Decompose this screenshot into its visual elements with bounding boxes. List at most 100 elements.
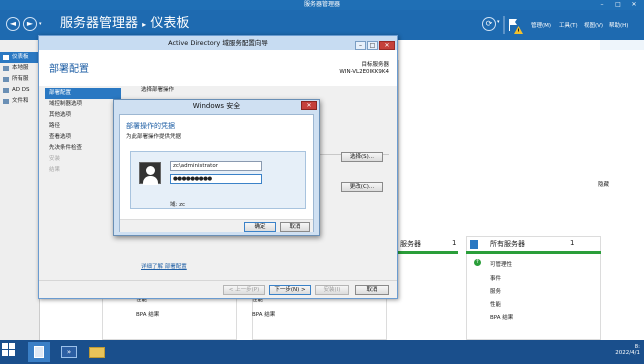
- credential-tile: zc\administrator ●●●●●●●●● 域: zc: [130, 151, 306, 209]
- tile3-item[interactable]: 事件: [490, 274, 501, 282]
- welcome-band: [600, 40, 644, 50]
- sidebar-item-dashboard[interactable]: 仪表板: [0, 52, 40, 63]
- forward-arrow-icon[interactable]: ►: [23, 17, 37, 31]
- servers-icon: [3, 77, 9, 82]
- tile2-item[interactable]: BPA 结果: [252, 310, 275, 318]
- wizard-header: 部署配置 目标服务器 WIN-VL2E0IKK9K4: [39, 50, 397, 86]
- select-button[interactable]: 选择(S)...: [341, 152, 383, 162]
- window-title: 服务器管理器: [303, 1, 340, 8]
- tile3-item[interactable]: BPA 结果: [490, 313, 513, 321]
- security-body: 部署操作的凭据 为此部署操作提供凭据 zc\administrator ●●●●…: [119, 114, 314, 232]
- tile3-item[interactable]: 可管理性: [490, 260, 512, 268]
- username-input[interactable]: zc\administrator: [170, 161, 262, 171]
- security-cancel-button[interactable]: 取消: [280, 222, 310, 232]
- security-footer: 确定 取消: [120, 219, 313, 232]
- ok-button[interactable]: 确定: [244, 222, 276, 232]
- sidebar-item-label: 文件和: [12, 98, 29, 104]
- sidebar-item-all-servers[interactable]: 所有服: [0, 74, 40, 85]
- windows-security-dialog: Windows 安全 ✕ 部署操作的凭据 为此部署操作提供凭据 zc\admin…: [113, 99, 320, 236]
- password-input[interactable]: ●●●●●●●●●: [170, 174, 262, 184]
- server-icon: [3, 66, 9, 71]
- security-title: Windows 安全: [192, 102, 241, 110]
- header-divider: [503, 16, 505, 34]
- step-additional-options[interactable]: 其他选项: [45, 110, 121, 121]
- menu-help[interactable]: 帮助(H): [609, 21, 628, 29]
- tile3-item[interactable]: 服务: [490, 287, 501, 295]
- wizard-minimize-button[interactable]: –: [355, 41, 366, 50]
- security-close-button[interactable]: ✕: [301, 101, 317, 110]
- step-deployment-config[interactable]: 部署配置: [45, 88, 121, 99]
- clock-date: 2022/4/1: [615, 350, 640, 356]
- wizard-title: Active Directory 域服务配置向导: [168, 39, 268, 47]
- step-paths[interactable]: 路径: [45, 121, 121, 132]
- file-services-icon: [3, 99, 9, 104]
- step-results: 结果: [49, 167, 61, 173]
- wizard-close-button[interactable]: ✕: [379, 41, 395, 50]
- step-dc-options[interactable]: 域控制器选项: [45, 99, 121, 110]
- hide-link[interactable]: 隐藏: [598, 180, 609, 188]
- taskbar-clock[interactable]: 8: 2022/4/1: [615, 344, 640, 356]
- user-avatar-icon: [139, 162, 161, 185]
- taskbar: » 8: 2022/4/1: [0, 340, 644, 364]
- wizard-heading: 部署配置: [49, 64, 89, 75]
- step-review-options[interactable]: 查看选项: [45, 132, 121, 143]
- sidebar-item-label: AD DS: [12, 87, 30, 93]
- nav-buttons: ◄ ► ▾: [6, 17, 42, 33]
- sidebar-item-local-server[interactable]: 本地服: [0, 63, 40, 74]
- breadcrumb: 服务器管理器 ▸ 仪表板: [60, 14, 189, 35]
- ad-ds-icon: [3, 88, 9, 93]
- menu-view[interactable]: 视图(V): [584, 21, 603, 29]
- tile3-item[interactable]: 性能: [490, 300, 501, 308]
- sidebar-item-file-services[interactable]: 文件和: [0, 96, 40, 107]
- warning-triangle-icon: [514, 26, 523, 34]
- tile3-title: 所有服务器: [490, 240, 525, 248]
- refresh-dropdown-icon[interactable]: ▾: [497, 19, 500, 25]
- install-button[interactable]: 安装(I): [315, 285, 349, 295]
- dashboard-icon: [3, 55, 9, 60]
- security-titlebar: Windows 安全: [114, 100, 319, 112]
- menu-tools[interactable]: 工具(T): [559, 21, 578, 29]
- start-icon[interactable]: [2, 343, 16, 357]
- refresh-icon[interactable]: ⟳: [482, 17, 496, 31]
- explorer-taskbar-icon[interactable]: [86, 342, 108, 362]
- powershell-taskbar-icon[interactable]: »: [58, 342, 80, 362]
- wizard-footer: < 上一步(P) 下一步(N) > 安装(I) 取消: [39, 280, 397, 298]
- history-dropdown-icon[interactable]: ▾: [39, 21, 42, 27]
- sidebar-item-ad-ds[interactable]: AD DS: [0, 85, 40, 96]
- tile2-title: 服务器: [400, 240, 421, 248]
- target-server-label: 目标服务器: [361, 62, 389, 68]
- credentials-heading: 部署操作的凭据: [126, 122, 175, 130]
- step-install: 安装: [49, 156, 61, 162]
- target-server-name: WIN-VL2E0IKK9K4: [339, 69, 389, 75]
- prev-button[interactable]: < 上一步(P): [223, 285, 265, 295]
- back-arrow-icon[interactable]: ◄: [6, 17, 20, 31]
- ok-status-icon: ↑: [474, 259, 481, 266]
- credentials-subheading: 为此部署操作提供凭据: [126, 134, 182, 140]
- breadcrumb-separator: ▸: [142, 20, 147, 29]
- minimize-button[interactable]: –: [594, 0, 610, 10]
- tile2-status-bar: [398, 251, 458, 254]
- wizard-cancel-button[interactable]: 取消: [355, 285, 389, 295]
- step-prereq-check[interactable]: 先决条件检查: [45, 143, 121, 154]
- change-button[interactable]: 更改(C)...: [341, 182, 383, 192]
- learn-more-link[interactable]: 详细了解 部署配置: [141, 262, 187, 270]
- menu-manage[interactable]: 管理(M): [531, 21, 551, 29]
- close-button[interactable]: ✕: [626, 0, 642, 10]
- window-titlebar: 服务器管理器 – □ ✕: [0, 0, 644, 10]
- wizard-maximize-button[interactable]: □: [367, 41, 378, 50]
- domain-label: 域: zc: [170, 202, 186, 208]
- tile1-item[interactable]: BPA 结果: [136, 310, 159, 318]
- server-manager-taskbar-icon[interactable]: [28, 342, 50, 362]
- next-button[interactable]: 下一步(N) >: [269, 285, 311, 295]
- op-label: 选择部署操作: [141, 87, 175, 93]
- sidebar-item-label: 本地服: [12, 65, 29, 71]
- breadcrumb-app: 服务器管理器: [60, 16, 139, 31]
- page-title: 仪表板: [150, 16, 190, 31]
- maximize-button[interactable]: □: [610, 0, 626, 10]
- tile3-status-bar: [466, 251, 601, 254]
- tile3-count: 1: [570, 239, 575, 247]
- sidebar: 仪表板 本地服 所有服 AD DS 文件和: [0, 40, 40, 340]
- sidebar-item-label: 所有服: [12, 76, 29, 82]
- all-servers-icon: [470, 240, 478, 249]
- sidebar-item-label: 仪表板: [12, 54, 29, 60]
